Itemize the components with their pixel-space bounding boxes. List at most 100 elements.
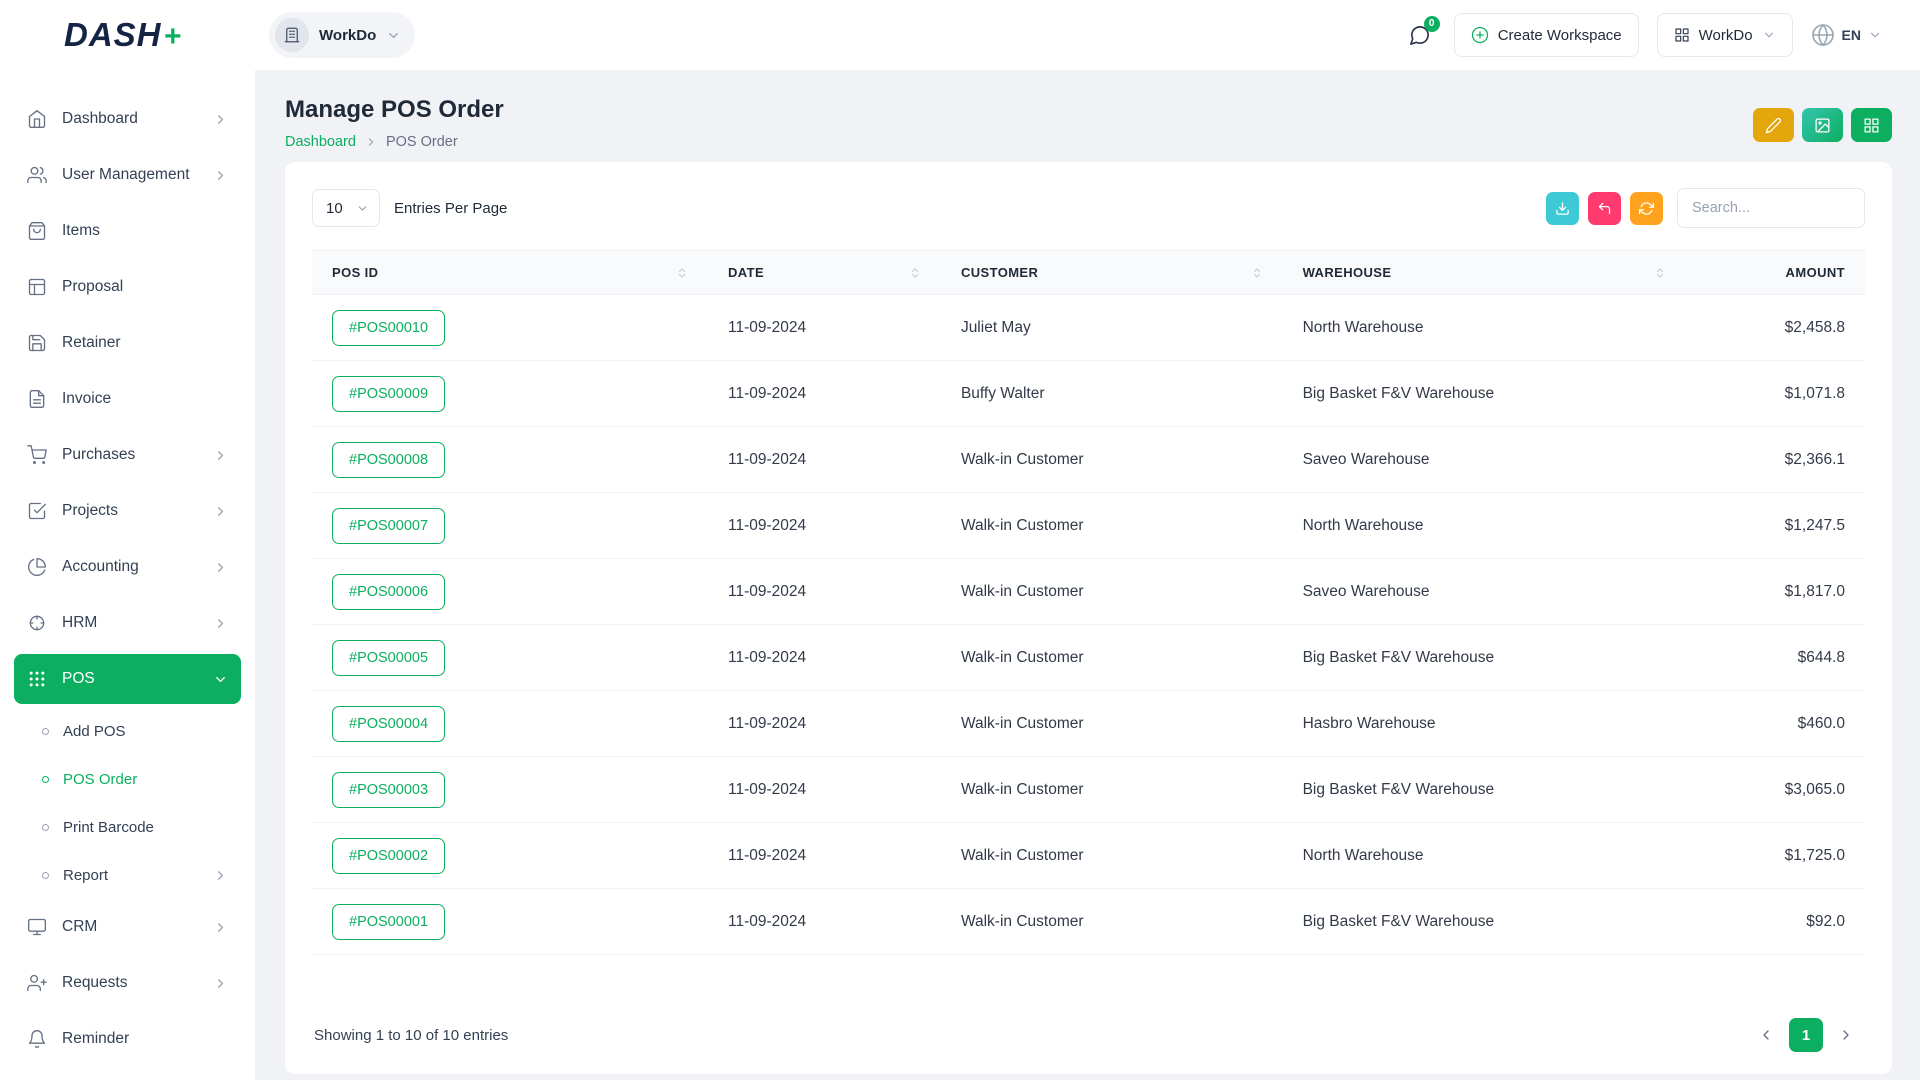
warehouse-cell: Big Basket F&V Warehouse bbox=[1283, 757, 1687, 823]
date-cell: 11-09-2024 bbox=[708, 691, 941, 757]
column-header-amount[interactable]: AMOUNT bbox=[1686, 251, 1865, 295]
column-header-customer[interactable]: CUSTOMER bbox=[941, 251, 1283, 295]
pos-id-link[interactable]: #POS00003 bbox=[332, 772, 445, 808]
bullet-icon bbox=[42, 872, 49, 879]
grid-action-button[interactable] bbox=[1851, 108, 1892, 142]
customer-cell: Walk-in Customer bbox=[941, 691, 1283, 757]
sidebar-item-label: Projects bbox=[62, 502, 198, 520]
sidebar-item-user-management[interactable]: User Management bbox=[14, 150, 241, 200]
sidebar-subitem-label: Add POS bbox=[63, 723, 228, 740]
customer-cell: Juliet May bbox=[941, 295, 1283, 361]
sidebar-item-purchases[interactable]: Purchases bbox=[14, 430, 241, 480]
workspace-avatar bbox=[275, 18, 309, 52]
pagination-page-1[interactable]: 1 bbox=[1789, 1018, 1823, 1052]
amount-cell: $1,247.5 bbox=[1686, 493, 1865, 559]
amount-cell: $1,817.0 bbox=[1686, 559, 1865, 625]
pagination-prev-button[interactable] bbox=[1749, 1018, 1783, 1052]
create-workspace-label: Create Workspace bbox=[1498, 27, 1622, 44]
sidebar-item-label: CRM bbox=[62, 918, 198, 936]
pos-id-cell: #POS00004 bbox=[312, 691, 708, 757]
sidebar-subitem-label: POS Order bbox=[63, 771, 228, 788]
table-row: #POS0001011-09-2024Juliet MayNorth Wareh… bbox=[312, 295, 1865, 361]
breadcrumb-dashboard-link[interactable]: Dashboard bbox=[285, 134, 356, 150]
sidebar-item-hrm[interactable]: HRM bbox=[14, 598, 241, 648]
sidebar-item-label: HRM bbox=[62, 614, 198, 632]
pos-id-link[interactable]: #POS00007 bbox=[332, 508, 445, 544]
date-cell: 11-09-2024 bbox=[708, 625, 941, 691]
chevron-right-icon bbox=[213, 616, 228, 631]
pagination-next-button[interactable] bbox=[1829, 1018, 1863, 1052]
layout-icon bbox=[27, 277, 47, 297]
sidebar-item-requests[interactable]: Requests bbox=[14, 958, 241, 1008]
pos-id-link[interactable]: #POS00001 bbox=[332, 904, 445, 940]
pie-chart-icon bbox=[27, 557, 47, 577]
entries-per-page-select[interactable]: 10 bbox=[312, 189, 380, 227]
sidebar-item-retainer[interactable]: Retainer bbox=[14, 318, 241, 368]
pos-id-link[interactable]: #POS00002 bbox=[332, 838, 445, 874]
amount-cell: $1,071.8 bbox=[1686, 361, 1865, 427]
column-header-warehouse[interactable]: WAREHOUSE bbox=[1283, 251, 1687, 295]
sidebar-item-items[interactable]: Items bbox=[14, 206, 241, 256]
sidebar-item-invoice[interactable]: Invoice bbox=[14, 374, 241, 424]
grid-icon bbox=[1674, 27, 1690, 43]
chevron-right-icon bbox=[213, 560, 228, 575]
pos-id-cell: #POS00009 bbox=[312, 361, 708, 427]
warehouse-cell: North Warehouse bbox=[1283, 295, 1687, 361]
monitor-icon bbox=[27, 917, 47, 937]
sidebar-item-dashboard[interactable]: Dashboard bbox=[14, 94, 241, 144]
pos-id-cell: #POS00001 bbox=[312, 889, 708, 955]
pos-id-link[interactable]: #POS00006 bbox=[332, 574, 445, 610]
reset-button[interactable] bbox=[1588, 192, 1621, 225]
image-action-button[interactable] bbox=[1802, 108, 1843, 142]
pos-id-link[interactable]: #POS00005 bbox=[332, 640, 445, 676]
pos-id-link[interactable]: #POS00008 bbox=[332, 442, 445, 478]
warehouse-cell: Big Basket F&V Warehouse bbox=[1283, 361, 1687, 427]
pos-id-link[interactable]: #POS00010 bbox=[332, 310, 445, 346]
language-selector[interactable]: EN bbox=[1811, 23, 1882, 47]
refresh-button[interactable] bbox=[1630, 192, 1663, 225]
sidebar-item-projects[interactable]: Projects bbox=[14, 486, 241, 536]
crosshair-icon bbox=[27, 613, 47, 633]
pos-id-link[interactable]: #POS00009 bbox=[332, 376, 445, 412]
column-header-pos-id[interactable]: POS ID bbox=[312, 251, 708, 295]
table-row: #POS0000411-09-2024Walk-in CustomerHasbr… bbox=[312, 691, 1865, 757]
workspace-switcher[interactable]: WorkDo bbox=[269, 12, 415, 58]
check-square-icon bbox=[27, 501, 47, 521]
sidebar-item-proposal[interactable]: Proposal bbox=[14, 262, 241, 312]
messages-button[interactable]: 0 bbox=[1403, 19, 1436, 52]
pos-id-link[interactable]: #POS00004 bbox=[332, 706, 445, 742]
date-cell: 11-09-2024 bbox=[708, 427, 941, 493]
search-input[interactable] bbox=[1677, 188, 1865, 228]
bell-icon bbox=[27, 1029, 47, 1049]
sidebar-item-print-barcode[interactable]: Print Barcode bbox=[14, 806, 241, 848]
sidebar-item-report[interactable]: Report bbox=[14, 854, 241, 896]
home-icon bbox=[27, 109, 47, 129]
sidebar-item-pos[interactable]: POS bbox=[14, 654, 241, 704]
language-code: EN bbox=[1842, 27, 1861, 43]
warehouse-cell: Saveo Warehouse bbox=[1283, 559, 1687, 625]
chevron-right-icon bbox=[213, 168, 228, 183]
sidebar-item-label: Proposal bbox=[62, 278, 228, 296]
amount-cell: $460.0 bbox=[1686, 691, 1865, 757]
top-header: DASH + WorkDo 0 Create Workspace WorkDo bbox=[0, 0, 1920, 70]
breadcrumb: Dashboard POS Order bbox=[285, 132, 504, 152]
create-workspace-button[interactable]: Create Workspace bbox=[1454, 13, 1639, 57]
sidebar-item-crm[interactable]: CRM bbox=[14, 902, 241, 952]
table-row: #POS0000611-09-2024Walk-in CustomerSaveo… bbox=[312, 559, 1865, 625]
app-logo[interactable]: DASH + bbox=[64, 16, 181, 54]
sidebar-item-reminder[interactable]: Reminder bbox=[14, 1014, 241, 1064]
warehouse-cell: Big Basket F&V Warehouse bbox=[1283, 889, 1687, 955]
workdo-dropdown[interactable]: WorkDo bbox=[1657, 13, 1793, 57]
sidebar-item-add-pos[interactable]: Add POS bbox=[14, 710, 241, 752]
sidebar-item-label: Reminder bbox=[62, 1030, 228, 1048]
export-button[interactable] bbox=[1546, 192, 1579, 225]
edit-action-button[interactable] bbox=[1753, 108, 1794, 142]
column-header-date[interactable]: DATE bbox=[708, 251, 941, 295]
amount-cell: $2,458.8 bbox=[1686, 295, 1865, 361]
amount-cell: $644.8 bbox=[1686, 625, 1865, 691]
sort-icon bbox=[676, 267, 688, 279]
date-cell: 11-09-2024 bbox=[708, 757, 941, 823]
sidebar-item-pos-order[interactable]: POS Order bbox=[14, 758, 241, 800]
sidebar-item-accounting[interactable]: Accounting bbox=[14, 542, 241, 592]
header-actions: 0 Create Workspace WorkDo EN bbox=[1403, 13, 1882, 57]
